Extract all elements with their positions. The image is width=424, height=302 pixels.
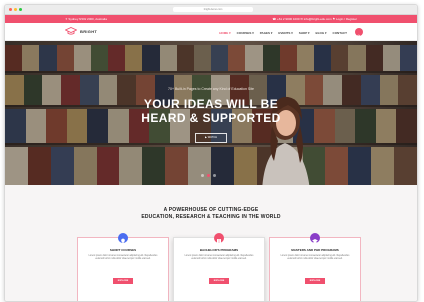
- hero-subtitle: 70+ Built-in Pages to Create any Kind of…: [168, 87, 254, 91]
- explore-button[interactable]: EXPLORE: [305, 278, 325, 284]
- graduation-icon: [310, 233, 320, 244]
- hero-title-line-2: HEARD & SUPPORTED: [141, 111, 281, 125]
- explore-button[interactable]: EXPLORE: [113, 278, 133, 284]
- card-title: SHORT COURSES: [109, 248, 137, 252]
- minimize-window-icon[interactable]: [14, 8, 17, 11]
- nav-blog[interactable]: BLOG ▾: [316, 31, 327, 35]
- slider-dots: [201, 174, 216, 177]
- main-navigation: BRIGHT HOME ▾ COURSES ▾ PAGES ▾ EVENTS ▾…: [5, 23, 417, 41]
- card-title: MASTERS AND PHD PROGRAMS: [291, 248, 339, 252]
- maximize-window-icon[interactable]: [19, 8, 22, 11]
- nav-courses[interactable]: COURSES ▾: [237, 31, 254, 35]
- slider-dot-1[interactable]: [201, 174, 204, 177]
- hero-title: YOUR IDEAS WILL BE HEARD & SUPPORTED: [5, 97, 417, 125]
- browser-chrome: bright.demo.com: [5, 5, 417, 15]
- search-button[interactable]: [355, 28, 363, 40]
- nav-pages[interactable]: PAGES ▾: [260, 31, 273, 35]
- slider-dot-3[interactable]: [213, 174, 216, 177]
- menu: HOME ▾ COURSES ▾ PAGES ▾ EVENTS ▾ SHOP ▾…: [219, 28, 363, 40]
- watch-button[interactable]: ▶ WATCH: [195, 133, 227, 143]
- graduation-cap-icon: [65, 27, 77, 35]
- nav-home[interactable]: HOME ▾: [219, 31, 230, 35]
- address-text: ✦ Sydney NSW 2000, Australia: [65, 17, 107, 21]
- contact-links[interactable]: ☎ +61 2 9000 1000 ✉ info@bright-edu.com …: [272, 15, 357, 23]
- close-window-icon[interactable]: [9, 8, 12, 11]
- nav-events[interactable]: EVENTS ▾: [278, 31, 292, 35]
- card-title: BACHELOR'S PROGRAMS: [199, 248, 239, 252]
- hero-banner: 70+ Built-in Pages to Create any Kind of…: [5, 41, 417, 185]
- site-logo[interactable]: BRIGHT: [65, 27, 97, 35]
- card-short-courses: SHORT COURSES Lorem ipsum dolor sit amet…: [77, 233, 169, 301]
- section-title-line-2: EDUCATION, RESEARCH & TEACHING IN THE WO…: [141, 214, 281, 220]
- card-text: Lorem ipsum dolor sit amet consectetur a…: [280, 255, 350, 261]
- explore-button[interactable]: EXPLORE: [209, 278, 229, 284]
- section-title: A POWERHOUSE OF CUTTING-EDGE EDUCATION, …: [5, 207, 417, 221]
- card-bachelors-programs: BACHELOR'S PROGRAMS Lorem ipsum dolor si…: [173, 233, 265, 301]
- lightbulb-icon: [118, 233, 128, 244]
- programs-section: A POWERHOUSE OF CUTTING-EDGE EDUCATION, …: [5, 185, 417, 301]
- top-info-bar: ✦ Sydney NSW 2000, Australia ☎ +61 2 900…: [5, 15, 417, 23]
- hero-title-line-1: YOUR IDEAS WILL BE: [143, 97, 279, 111]
- search-icon: [356, 34, 362, 40]
- nav-contact[interactable]: CONTACT: [333, 31, 347, 35]
- card-masters-phd-programs: MASTERS AND PHD PROGRAMS Lorem ipsum dol…: [269, 233, 361, 301]
- address-bar[interactable]: bright.demo.com: [173, 7, 253, 12]
- nav-shop[interactable]: SHOP ▾: [299, 31, 310, 35]
- card-text: Lorem ipsum dolor sit amet consectetur a…: [88, 255, 158, 261]
- browser-window: bright.demo.com ✦ Sydney NSW 2000, Austr…: [4, 4, 418, 302]
- slider-dot-2[interactable]: [207, 174, 210, 177]
- logo-text: BRIGHT: [80, 28, 98, 34]
- section-title-line-1: A POWERHOUSE OF CUTTING-EDGE: [163, 207, 259, 213]
- card-text: Lorem ipsum dolor sit amet consectetur a…: [184, 255, 254, 261]
- book-icon: [214, 233, 224, 243]
